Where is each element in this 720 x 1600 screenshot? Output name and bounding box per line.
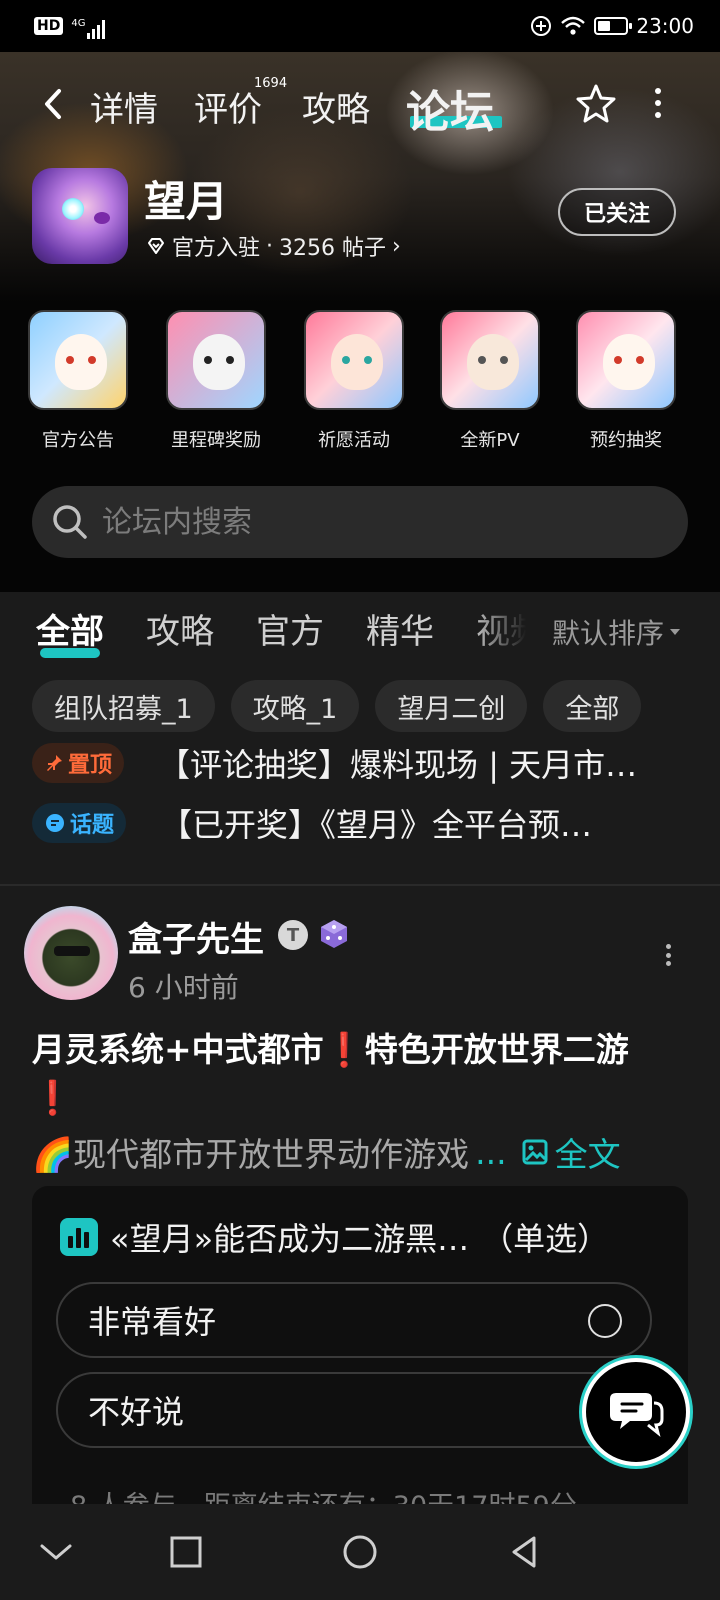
tab-details[interactable]: 详情	[90, 82, 158, 131]
system-navigation-bar	[0, 1504, 720, 1600]
reviews-count-badge: 1694	[254, 76, 288, 91]
poll-question: «望月»能否成为二游黑…	[110, 1220, 470, 1258]
favorite-star-icon[interactable]	[574, 82, 618, 126]
character-chibi-icon	[440, 310, 540, 410]
status-bar: HD 4G 23:00	[0, 0, 720, 52]
chip-fan-creation[interactable]: 望月二创	[375, 680, 528, 732]
tab-reviews[interactable]: 评价	[194, 82, 262, 131]
penguin-mascot-icon	[166, 310, 266, 410]
quick-link-label: 全新PV	[460, 430, 520, 451]
quick-link-label: 里程碑奖励	[171, 430, 261, 451]
topic-post[interactable]: 话题 【已开奖】《望月》全平台预…	[32, 798, 692, 848]
pinned-tag: 置顶	[32, 743, 125, 783]
official-label: 官方入驻	[172, 236, 261, 261]
topic-tag: 话题	[32, 803, 127, 843]
chat-bubble-icon	[46, 814, 64, 832]
pin-icon	[47, 755, 62, 771]
topic-chips: 组队招募_1 攻略_1 望月二创 全部	[32, 680, 642, 732]
avatar[interactable]	[24, 906, 118, 1000]
quick-link-label: 祈愿活动	[318, 430, 390, 451]
exclamation-icon: ❗	[323, 1030, 365, 1069]
search-icon	[53, 505, 87, 539]
dropdown-arrow-icon	[670, 629, 681, 635]
chip-guide[interactable]: 攻略_1	[230, 680, 360, 732]
game-meta[interactable]: 官方入驻 · 3256 帖子 ›	[146, 230, 401, 262]
post-author[interactable]: 盒子先生	[128, 912, 264, 961]
poll-footer: 8 人参与，距离结束还有：30天17时59分	[70, 1484, 577, 1504]
post-title: 月灵系统+中式都市❗特色开放世界二游 ❗	[32, 1030, 629, 1117]
pinned-post[interactable]: 置顶 【评论抽奖】爆料现场 | 天月市…	[32, 738, 692, 788]
top-nav: 详情 评价 1694 攻略 论坛	[0, 76, 720, 138]
tab-guides[interactable]: 攻略	[302, 82, 370, 131]
exclamation-icon: ❗	[32, 1078, 74, 1117]
fox-mascot-icon	[576, 310, 676, 410]
wifi-icon	[561, 16, 586, 35]
fox-mascot-icon	[28, 310, 128, 410]
follow-button[interactable]: 已关注	[558, 188, 676, 236]
sort-dropdown[interactable]: 默认排序	[552, 612, 681, 652]
filter-tabs: 全部 攻略 官方 精华 视频 默认排序	[0, 604, 720, 664]
home-icon[interactable]	[340, 1532, 380, 1572]
meta-separator: ·	[266, 233, 274, 259]
chevron-down-icon[interactable]	[36, 1532, 76, 1572]
read-full-button[interactable]: 全文	[521, 1128, 621, 1176]
post-more-icon[interactable]	[664, 944, 672, 966]
chip-all[interactable]: 全部	[543, 680, 642, 732]
forum-search-bar[interactable]	[32, 486, 688, 558]
filter-tab-all[interactable]: 全部	[36, 604, 104, 653]
bar-chart-icon	[60, 1218, 98, 1256]
quick-link-label: 官方公告	[42, 430, 114, 451]
chevron-right-icon: ›	[392, 233, 401, 259]
compose-chat-button[interactable]	[582, 1358, 690, 1466]
back-arrow-icon	[45, 89, 61, 119]
signal-indicator: 4G	[71, 13, 106, 39]
post-timestamp: 6 小时前	[128, 971, 239, 1004]
network-type: 4G	[71, 18, 86, 29]
filter-tab-official[interactable]: 官方	[256, 604, 324, 653]
divider	[0, 884, 720, 886]
filter-tab-featured[interactable]: 精华	[366, 604, 434, 653]
battery-icon	[594, 17, 633, 35]
quick-link-pv[interactable]: 全新PV	[420, 310, 560, 452]
image-icon	[522, 1139, 548, 1165]
back-triangle-icon[interactable]	[504, 1532, 544, 1572]
quick-links: 官方公告 里程碑奖励 祈愿活动 全新PV 预约抽奖	[0, 310, 720, 460]
quick-link-milestone[interactable]: 里程碑奖励	[146, 310, 286, 452]
quick-link-wish[interactable]: 祈愿活动	[284, 310, 424, 452]
post-excerpt: 🌈现代都市开放世界动作游戏 ... 全文	[32, 1128, 692, 1176]
more-options-icon[interactable]	[652, 88, 664, 118]
pinned-post-title: 【评论抽奖】爆料现场 | 天月市…	[158, 746, 638, 784]
poll-header: «望月»能否成为二游黑… （单选）	[60, 1214, 609, 1260]
poll-card: «望月»能否成为二游黑… （单选） 非常看好 不好说 8 人参与，距离结束还有：…	[32, 1186, 688, 1504]
add-circle-icon	[531, 16, 552, 36]
tab-forum[interactable]: 论坛	[406, 76, 494, 140]
quick-link-lottery[interactable]: 预约抽奖	[556, 310, 696, 452]
signal-bars-icon	[87, 19, 106, 39]
search-input[interactable]	[102, 504, 662, 540]
chat-bubbles-icon	[610, 1393, 664, 1437]
character-chibi-icon	[304, 310, 404, 410]
poll-type: （单选）	[481, 1220, 610, 1258]
clock: 23:00	[636, 14, 694, 38]
user-level-badge: T	[278, 920, 308, 950]
recent-apps-icon[interactable]	[166, 1532, 206, 1572]
chip-team-recruit[interactable]: 组队招募_1	[32, 680, 215, 732]
back-button[interactable]	[38, 86, 68, 122]
game-icon[interactable]	[32, 168, 128, 264]
filter-tab-guides[interactable]: 攻略	[146, 604, 214, 653]
post-count: 3256 帖子	[279, 236, 386, 261]
dice-badge-icon	[321, 920, 347, 948]
hd-badge: HD	[34, 17, 64, 35]
forum-header: 详情 评价 1694 攻略 论坛 望月 官方入驻 · 3256 帖子 › 已关注…	[0, 52, 720, 592]
filter-tab-indicator	[40, 648, 100, 658]
sort-label: 默认排序	[552, 617, 665, 650]
quick-link-label: 预约抽奖	[590, 430, 662, 451]
topic-post-title: 【已开奖】《望月》全平台预…	[160, 806, 593, 844]
poll-option[interactable]: 非常看好	[56, 1282, 652, 1358]
quick-link-announcements[interactable]: 官方公告	[8, 310, 148, 452]
game-title: 望月	[144, 177, 229, 226]
diamond-verified-icon	[148, 238, 164, 254]
poll-option[interactable]: 不好说	[56, 1372, 652, 1448]
radio-button[interactable]	[588, 1304, 622, 1338]
